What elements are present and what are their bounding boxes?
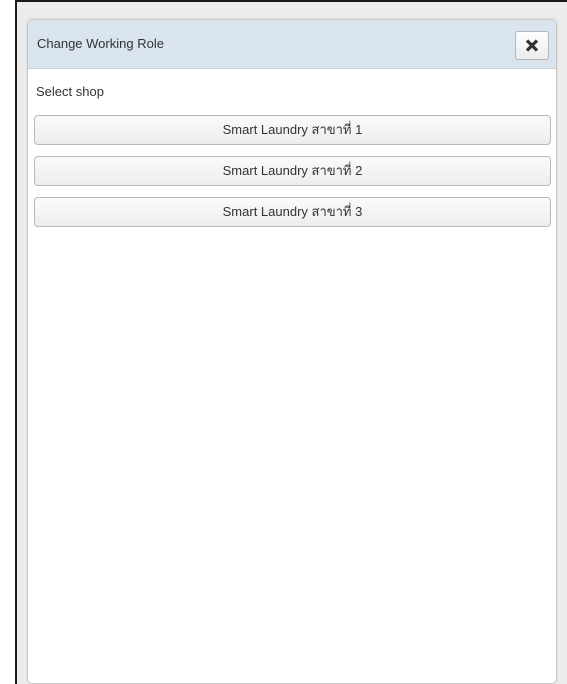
change-working-role-dialog: Change Working Role Select shop Smart La… (27, 19, 557, 684)
select-shop-label: Select shop (36, 84, 104, 99)
dialog-header: Change Working Role (28, 20, 556, 69)
shop-button-3[interactable]: Smart Laundry สาขาที่ 3 (34, 197, 551, 227)
shop-button-1[interactable]: Smart Laundry สาขาที่ 1 (34, 115, 551, 145)
close-icon (525, 39, 539, 52)
shop-button-2[interactable]: Smart Laundry สาขาที่ 2 (34, 156, 551, 186)
shop-list: Smart Laundry สาขาที่ 1 Smart Laundry สา… (34, 115, 551, 238)
close-button[interactable] (515, 31, 549, 60)
dialog-title: Change Working Role (37, 36, 164, 51)
